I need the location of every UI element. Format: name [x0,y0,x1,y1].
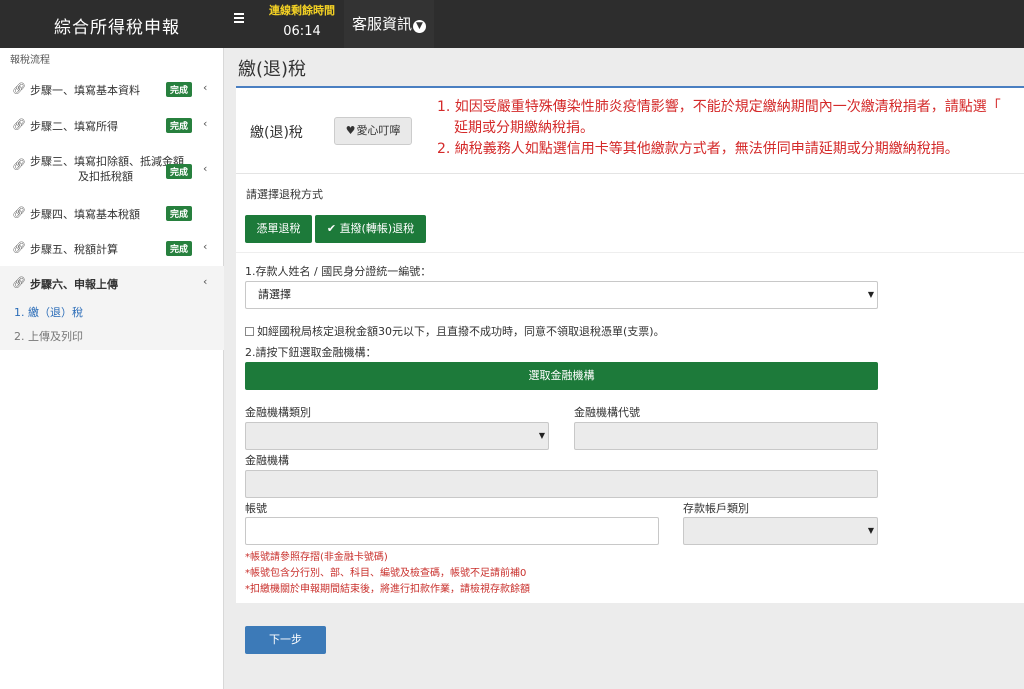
step-label: 步驟二、填寫所得 [30,120,118,133]
sidebar-step-1[interactable]: 🔗︎ 步驟一、填寫基本資料 完成 ‹ [0,72,224,106]
inst-code-label: 金融機構代號 [574,406,640,419]
consent-checkbox[interactable] [245,327,254,336]
link-icon: 🔗︎ [12,82,26,95]
consent-label: 如經國稅局核定退稅金額30元以下，且直撥不成功時，同意不領取退稅憑單(支票)。 [257,325,665,338]
depositor-select[interactable]: 請選擇 ▼ [245,281,878,309]
sidebar-step-2[interactable]: 🔗︎ 步驟二、填寫所得 完成 ‹ [0,108,224,142]
page-title: 繳(退)稅 [238,59,307,80]
step-label: 步驟一、填寫基本資料 [30,84,140,97]
substep-list: 1. 繳（退）稅 2. 上傳及列印 [0,298,224,350]
substep-upload-print[interactable]: 2. 上傳及列印 [14,328,83,344]
card-header: 繳(退)稅 ♥愛心叮嚀 1. 如因受嚴重特殊傳染性肺炎疫情影響，不能於規定繳納期… [236,88,1024,174]
depositor-select-value: 請選擇 [258,288,291,301]
step-label: 步驟五、稅額計算 [30,243,118,256]
select-institution-button[interactable]: 選取金融機構 [245,362,878,390]
account-note: *扣繳機關於申報期間結束後，將進行扣款作業，請檢視存款餘額 [245,584,530,595]
chevron-down-icon: ‹ [203,275,208,288]
card-label: 繳(退)稅 [250,125,303,141]
step-label: 步驟六、申報上傳 [30,278,118,291]
chevron-left-icon: ‹ [203,81,208,94]
link-icon: 🔗︎ [12,118,26,131]
inst-code-field[interactable] [574,422,878,450]
account-note: *帳號請參照存摺(非金融卡號碼) [245,552,388,563]
chevron-left-icon: ‹ [203,240,208,253]
inst-name-field[interactable] [245,470,878,498]
direct-transfer-refund-button[interactable]: ✔ 直撥(轉帳)退稅 [315,215,426,243]
notice-line: 1. 如因受嚴重特殊傳染性肺炎疫情影響，不能於規定繳納期間內一次繳清稅捐者，請點… [437,99,1001,115]
dropdown-caret-icon: ▼ [867,290,874,299]
sidebar-step-6[interactable]: 🔗︎ 步驟六、申報上傳 ‹ [0,266,224,300]
sidebar-heading: 報稅流程 [10,55,50,66]
dropdown-caret-icon: ▼ [867,526,874,535]
status-badge: 完成 [166,241,193,256]
dropdown-caret-icon: ▼ [538,431,545,440]
account-field[interactable] [245,517,659,545]
status-badge: 完成 [166,206,193,221]
service-info-label: 客服資訊 [352,15,413,33]
step-label: 步驟四、填寫基本稅額 [30,208,140,221]
chevron-down-circle-icon: ▼ [413,20,427,33]
link-icon: 🔗︎ [12,158,26,171]
voucher-refund-button[interactable]: 憑單退稅 [245,215,312,243]
love-reminder-label: 愛心叮嚀 [356,124,401,137]
timer-value: 06:14 [283,24,321,39]
step-label-line1: 步驟三、填寫扣除額、抵減金額 [30,155,184,168]
link-icon: 🔗︎ [12,206,26,219]
sidebar-step-3[interactable]: 🔗︎ 步驟三、填寫扣除額、抵減金額 及扣抵稅額 完成 ‹ [0,148,224,190]
status-badge: 完成 [166,118,193,133]
inst-type-select[interactable]: ▼ [245,422,549,450]
refund-method-prompt: 請選擇退稅方式 [246,188,323,201]
session-timer: 連線剩餘時間 06:14 [266,2,338,39]
divider [236,252,1024,253]
account-label: 帳號 [245,502,267,515]
step-label-line2: 及扣抵稅額 [78,170,133,183]
sidebar-step-5[interactable]: 🔗︎ 步驟五、稅額計算 完成 ‹ [0,231,224,265]
link-icon: 🔗︎ [12,241,26,254]
account-note: *帳號包含分行別、部、科目、編號及檢查碼，帳號不足請前補0 [245,568,527,579]
notice-line: 2. 納稅義務人如點選信用卡等其他繳款方式者，無法併同申請延期或分期繳納稅捐。 [437,141,959,157]
account-type-select[interactable]: ▼ [683,517,878,545]
link-icon: 🔗︎ [12,276,26,289]
status-badge: 完成 [166,164,193,179]
notice-line: 延期或分期繳納稅捐。 [454,120,594,136]
timer-label: 連線剩餘時間 [269,4,335,17]
status-badge: 完成 [166,82,193,97]
sidebar-step-4[interactable]: 🔗︎ 步驟四、填寫基本稅額 完成 [0,196,224,230]
check-icon: ✔ [326,222,337,235]
hamburger-menu-icon[interactable] [234,13,246,25]
next-step-button[interactable]: 下一步 [245,626,326,654]
direct-transfer-label: 直撥(轉帳)退稅 [339,222,415,235]
step-label: 步驟三、填寫扣除額、抵減金額 及扣抵稅額 [30,154,184,184]
top-navbar: 綜合所得稅申報 連線剩餘時間 06:14 客服資訊 ▼ [0,0,1024,48]
app-title[interactable]: 綜合所得稅申報 [54,13,180,38]
sidebar: 報稅流程 🔗︎ 步驟一、填寫基本資料 完成 ‹ 🔗︎ 步驟二、填寫所得 完成 ‹… [0,48,224,689]
notice-list: 1. 如因受嚴重特殊傳染性肺炎疫情影響，不能於規定繳納期間內一次繳清稅捐者，請點… [437,97,1024,160]
heart-icon: ♥ [345,124,356,137]
depositor-label: 1.存款人姓名 / 國民身分證統一編號： [245,265,432,278]
payment-card: 繳(退)稅 ♥愛心叮嚀 1. 如因受嚴重特殊傳染性肺炎疫情影響，不能於規定繳納期… [236,86,1024,603]
inst-type-label: 金融機構類別 [245,406,311,419]
love-reminder-button[interactable]: ♥愛心叮嚀 [334,117,412,145]
chevron-left-icon: ‹ [203,162,208,175]
service-info-menu[interactable]: 客服資訊 ▼ [344,0,435,48]
institution-prompt: 2.請按下鈕選取金融機構： [245,346,377,359]
small-refund-consent: 如經國稅局核定退稅金額30元以下，且直撥不成功時，同意不領取退稅憑單(支票)。 [245,323,665,339]
substep-refund-payment[interactable]: 1. 繳（退）稅 [14,304,83,320]
inst-name-label: 金融機構 [245,454,289,467]
account-type-label: 存款帳戶類別 [683,502,749,515]
chevron-left-icon: ‹ [203,117,208,130]
